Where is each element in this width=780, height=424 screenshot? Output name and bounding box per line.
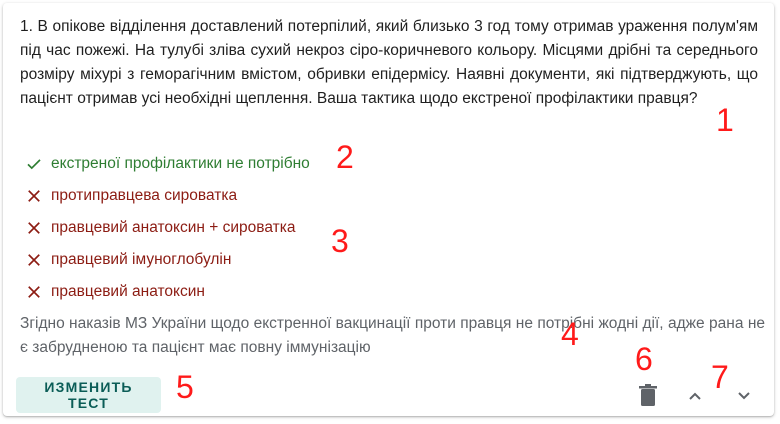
delete-button[interactable] (634, 381, 662, 409)
trash-icon (639, 384, 657, 406)
annotation-marker-5: 5 (176, 369, 194, 405)
close-icon (28, 222, 40, 234)
check-icon (27, 159, 41, 170)
annotation-marker-2: 2 (336, 139, 354, 175)
answer-option-3: правцевий анатоксин + сироватка (25, 212, 445, 244)
answer-option-4: правцевий імуноглобулін (25, 244, 445, 276)
close-icon (28, 190, 40, 202)
question-text: 1. В опікове відділення доставлений поте… (20, 18, 758, 107)
close-icon (28, 286, 40, 298)
annotation-marker-4: 4 (561, 316, 579, 352)
move-up-button[interactable] (681, 382, 709, 410)
answer-label: екстреної профілактики не потрібно (51, 155, 310, 172)
chevron-up-icon (689, 392, 701, 400)
close-icon (28, 254, 40, 266)
answer-list: екстреної профілактики не потрібно проти… (25, 148, 445, 308)
answer-option-1: екстреної профілактики не потрібно (25, 148, 445, 180)
answer-option-2: протиправцева сироватка (25, 180, 445, 212)
question-card: 1. В опікове відділення доставлений поте… (3, 3, 774, 416)
annotation-marker-1: 1 (716, 102, 734, 138)
answer-label: правцевий анатоксин + сироватка (51, 219, 296, 236)
annotation-marker-7: 7 (711, 359, 729, 395)
answer-label: протиправцева сироватка (51, 187, 238, 204)
explanation-text: Згідно наказів МЗ України щодо екстренно… (20, 315, 765, 356)
move-down-button[interactable] (730, 382, 758, 410)
answer-label: правцевий імуноглобулін (51, 251, 232, 268)
chevron-down-icon (738, 392, 750, 400)
annotation-marker-6: 6 (635, 341, 653, 377)
edit-test-button[interactable]: ИЗМЕНИТЬ ТЕСТ (16, 377, 161, 413)
answer-label: правцевий анатоксин (51, 283, 205, 300)
annotation-marker-3: 3 (331, 223, 349, 259)
answer-option-5: правцевий анатоксин (25, 276, 445, 308)
